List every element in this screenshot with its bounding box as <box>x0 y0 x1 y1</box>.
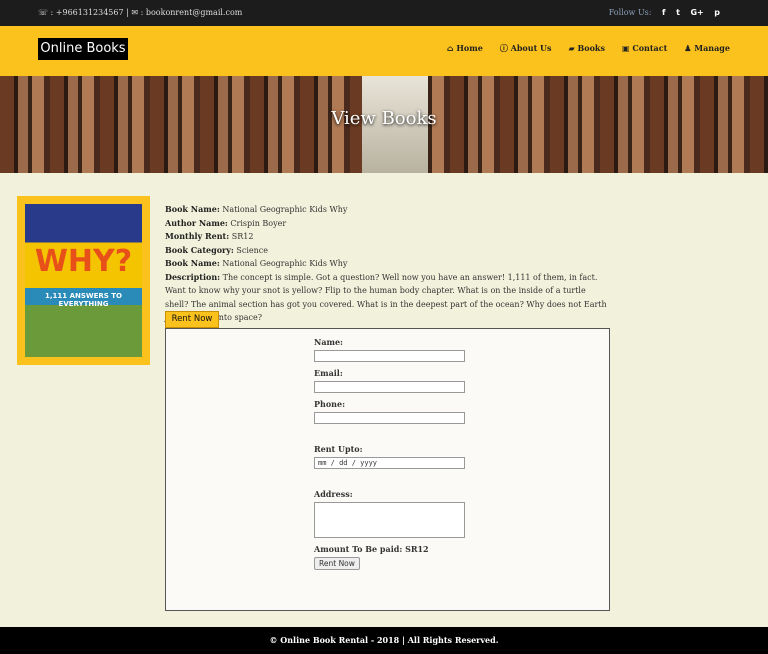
page-title: View Books <box>331 108 437 129</box>
nav-home[interactable]: ⌂ Home <box>447 43 483 54</box>
phone-number: +966131234567 <box>55 8 124 17</box>
rent-form: Name: Email: Phone: Rent Upto: mm / dd /… <box>314 337 465 570</box>
user-icon: ♟ <box>684 43 692 53</box>
top-bar: ☏ : +966131234567 | ✉ : bookonrent@gmail… <box>0 0 768 26</box>
book-name-row-2: Book Name: National Geographic Kids Why <box>165 258 348 268</box>
nav-books[interactable]: ▰ Books <box>569 43 605 54</box>
rent-now-toggle-button[interactable]: Rent Now <box>165 311 219 328</box>
nav-label: About Us <box>510 43 552 53</box>
address-label: Address: <box>314 489 353 499</box>
address-textarea[interactable] <box>314 502 465 538</box>
contact-icon: ▣ <box>621 43 630 53</box>
twitter-icon[interactable]: t <box>676 8 680 17</box>
google-plus-icon[interactable]: G+ <box>690 8 703 17</box>
header: Online Books ⌂ Home ⓘ About Us ▰ Books ▣… <box>0 26 768 76</box>
rent-upto-date-input[interactable]: mm / dd / yyyy <box>314 457 465 469</box>
facebook-icon[interactable]: f <box>662 8 665 17</box>
nav-label: Home <box>456 43 483 53</box>
follow-label: Follow Us: <box>608 8 652 17</box>
nav-label: Books <box>577 43 605 53</box>
email-address: bookonrent@gmail.com <box>145 8 243 17</box>
cover-subtitle: 1,111 ANSWERS TO EVERYTHING <box>45 292 122 308</box>
submit-rent-button[interactable]: Rent Now <box>314 557 360 570</box>
book-icon: ▰ <box>568 43 575 53</box>
email-label: Email: <box>314 368 343 378</box>
social-links: Follow Us: f t G+ p <box>609 8 720 17</box>
phone-icon: ☏ <box>38 8 49 17</box>
mail-icon: ✉ <box>131 8 139 17</box>
amount-label: Amount To Be paid: SR12 <box>314 544 429 554</box>
nav-about[interactable]: ⓘ About Us <box>500 43 552 54</box>
phone-label: Phone: <box>314 399 346 409</box>
nav-label: Contact <box>632 43 668 53</box>
category-row: Book Category: Science <box>165 244 269 255</box>
book-name-row: Book Name: National Geographic Kids Why <box>165 204 348 214</box>
name-input[interactable] <box>314 350 465 362</box>
book-cover: WHY? 1,111 ANSWERS TO EVERYTHING <box>17 196 150 365</box>
cover-title: WHY? <box>34 244 133 279</box>
banner: View Books <box>0 76 768 173</box>
name-label: Name: <box>314 337 344 347</box>
rent-form-panel: Name: Email: Phone: Rent Upto: mm / dd /… <box>165 328 610 611</box>
description-row: Description: The concept is simple. Got … <box>165 271 607 323</box>
pinterest-icon[interactable]: p <box>714 8 720 17</box>
footer: © Online Book Rental - 2018 | All Rights… <box>0 627 768 654</box>
book-details: Book Name: National Geographic Kids Why … <box>165 203 610 325</box>
logo[interactable]: Online Books <box>38 38 128 60</box>
nav-manage[interactable]: ♟ Manage <box>684 43 730 54</box>
contact-info: ☏ : +966131234567 | ✉ : bookonrent@gmail… <box>38 8 243 17</box>
rent-upto-label: Rent Upto: <box>314 444 363 454</box>
nav-label: Manage <box>694 43 730 53</box>
author-row: Author Name: Crispin Boyer <box>165 217 287 228</box>
rent-row: Monthly Rent: SR12 <box>165 231 254 241</box>
nav-contact[interactable]: ▣ Contact <box>622 43 667 54</box>
phone-input[interactable] <box>314 412 465 424</box>
info-icon: ⓘ <box>499 43 508 53</box>
email-input[interactable] <box>314 381 465 393</box>
main-nav: ⌂ Home ⓘ About Us ▰ Books ▣ Contact ♟ Ma… <box>447 43 730 54</box>
home-icon: ⌂ <box>446 43 454 53</box>
